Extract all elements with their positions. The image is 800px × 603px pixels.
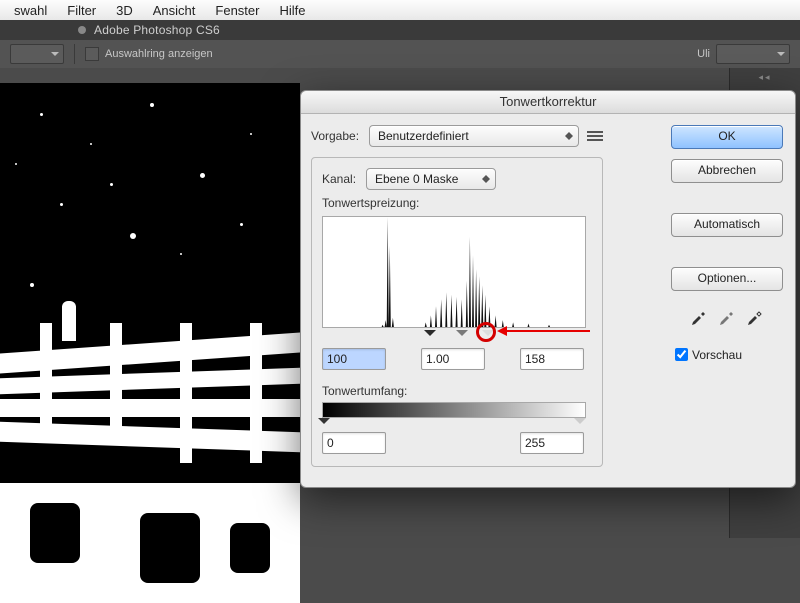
annotation-arrow [500,330,590,332]
auto-button[interactable]: Automatisch [671,213,783,237]
output-levels-label: Tonwertumfang: [322,384,592,398]
midtone-slider[interactable] [456,330,468,342]
workspace-dropdown[interactable] [716,44,790,64]
traffic-dot-icon [78,26,86,34]
channel-select[interactable]: Ebene 0 Maske [366,168,496,190]
eyedropper-row [671,307,783,325]
menu-item[interactable]: Filter [57,3,106,18]
cancel-button[interactable]: Abbrechen [671,159,783,183]
panel-grip-icon[interactable]: ◂◂ [758,72,771,83]
white-eyedropper-icon[interactable] [746,307,764,325]
input-slider-track[interactable] [322,328,584,342]
histogram [322,216,586,328]
document-canvas[interactable] [0,83,300,603]
selection-ring-label: Auswahlring anzeigen [105,48,213,60]
preset-menu-icon[interactable] [587,128,603,144]
workspace-label: Uli [697,48,710,60]
output-white-slider[interactable] [574,418,586,430]
app-title: Adobe Photoshop CS6 [94,23,220,37]
output-white-field[interactable]: 255 [520,432,584,454]
channel-label: Kanal: [322,172,366,186]
preset-select[interactable]: Benutzerdefiniert [369,125,579,147]
menu-item[interactable]: Ansicht [143,3,206,18]
menu-item[interactable]: 3D [106,3,143,18]
input-gamma-field[interactable]: 1.00 [421,348,485,370]
options-button[interactable]: Optionen... [671,267,783,291]
menu-item[interactable]: Hilfe [269,3,315,18]
selection-ring-checkbox[interactable] [85,47,99,61]
options-bar: Auswahlring anzeigen Uli [0,40,800,69]
app-titlebar: Adobe Photoshop CS6 [0,20,800,41]
separator [74,44,75,64]
gray-eyedropper-icon[interactable] [718,307,736,325]
black-eyedropper-icon[interactable] [690,307,708,325]
black-point-slider[interactable] [424,330,436,342]
menu-item[interactable]: Fenster [205,3,269,18]
output-black-slider[interactable] [318,418,330,430]
output-gradient [322,402,586,418]
output-slider-track[interactable] [322,418,584,428]
macos-menubar: swahl Filter 3D Ansicht Fenster Hilfe [0,0,800,21]
input-black-field[interactable]: 100 [322,348,386,370]
channel-group: Kanal: Ebene 0 Maske Tonwertspreizung: [311,157,603,467]
preview-checkbox-input[interactable] [675,348,688,361]
levels-dialog: Tonwertkorrektur Vorgabe: Benutzerdefini… [300,90,796,488]
input-levels-label: Tonwertspreizung: [322,196,592,210]
output-black-field[interactable]: 0 [322,432,386,454]
preview-checkbox[interactable]: Vorschau [671,345,783,364]
dialog-title: Tonwertkorrektur [301,91,795,114]
ok-button[interactable]: OK [671,125,783,149]
input-white-field[interactable]: 158 [520,348,584,370]
preset-label: Vorgabe: [311,129,369,143]
menu-item[interactable]: swahl [4,3,57,18]
tool-preset-dropdown[interactable] [10,44,64,64]
